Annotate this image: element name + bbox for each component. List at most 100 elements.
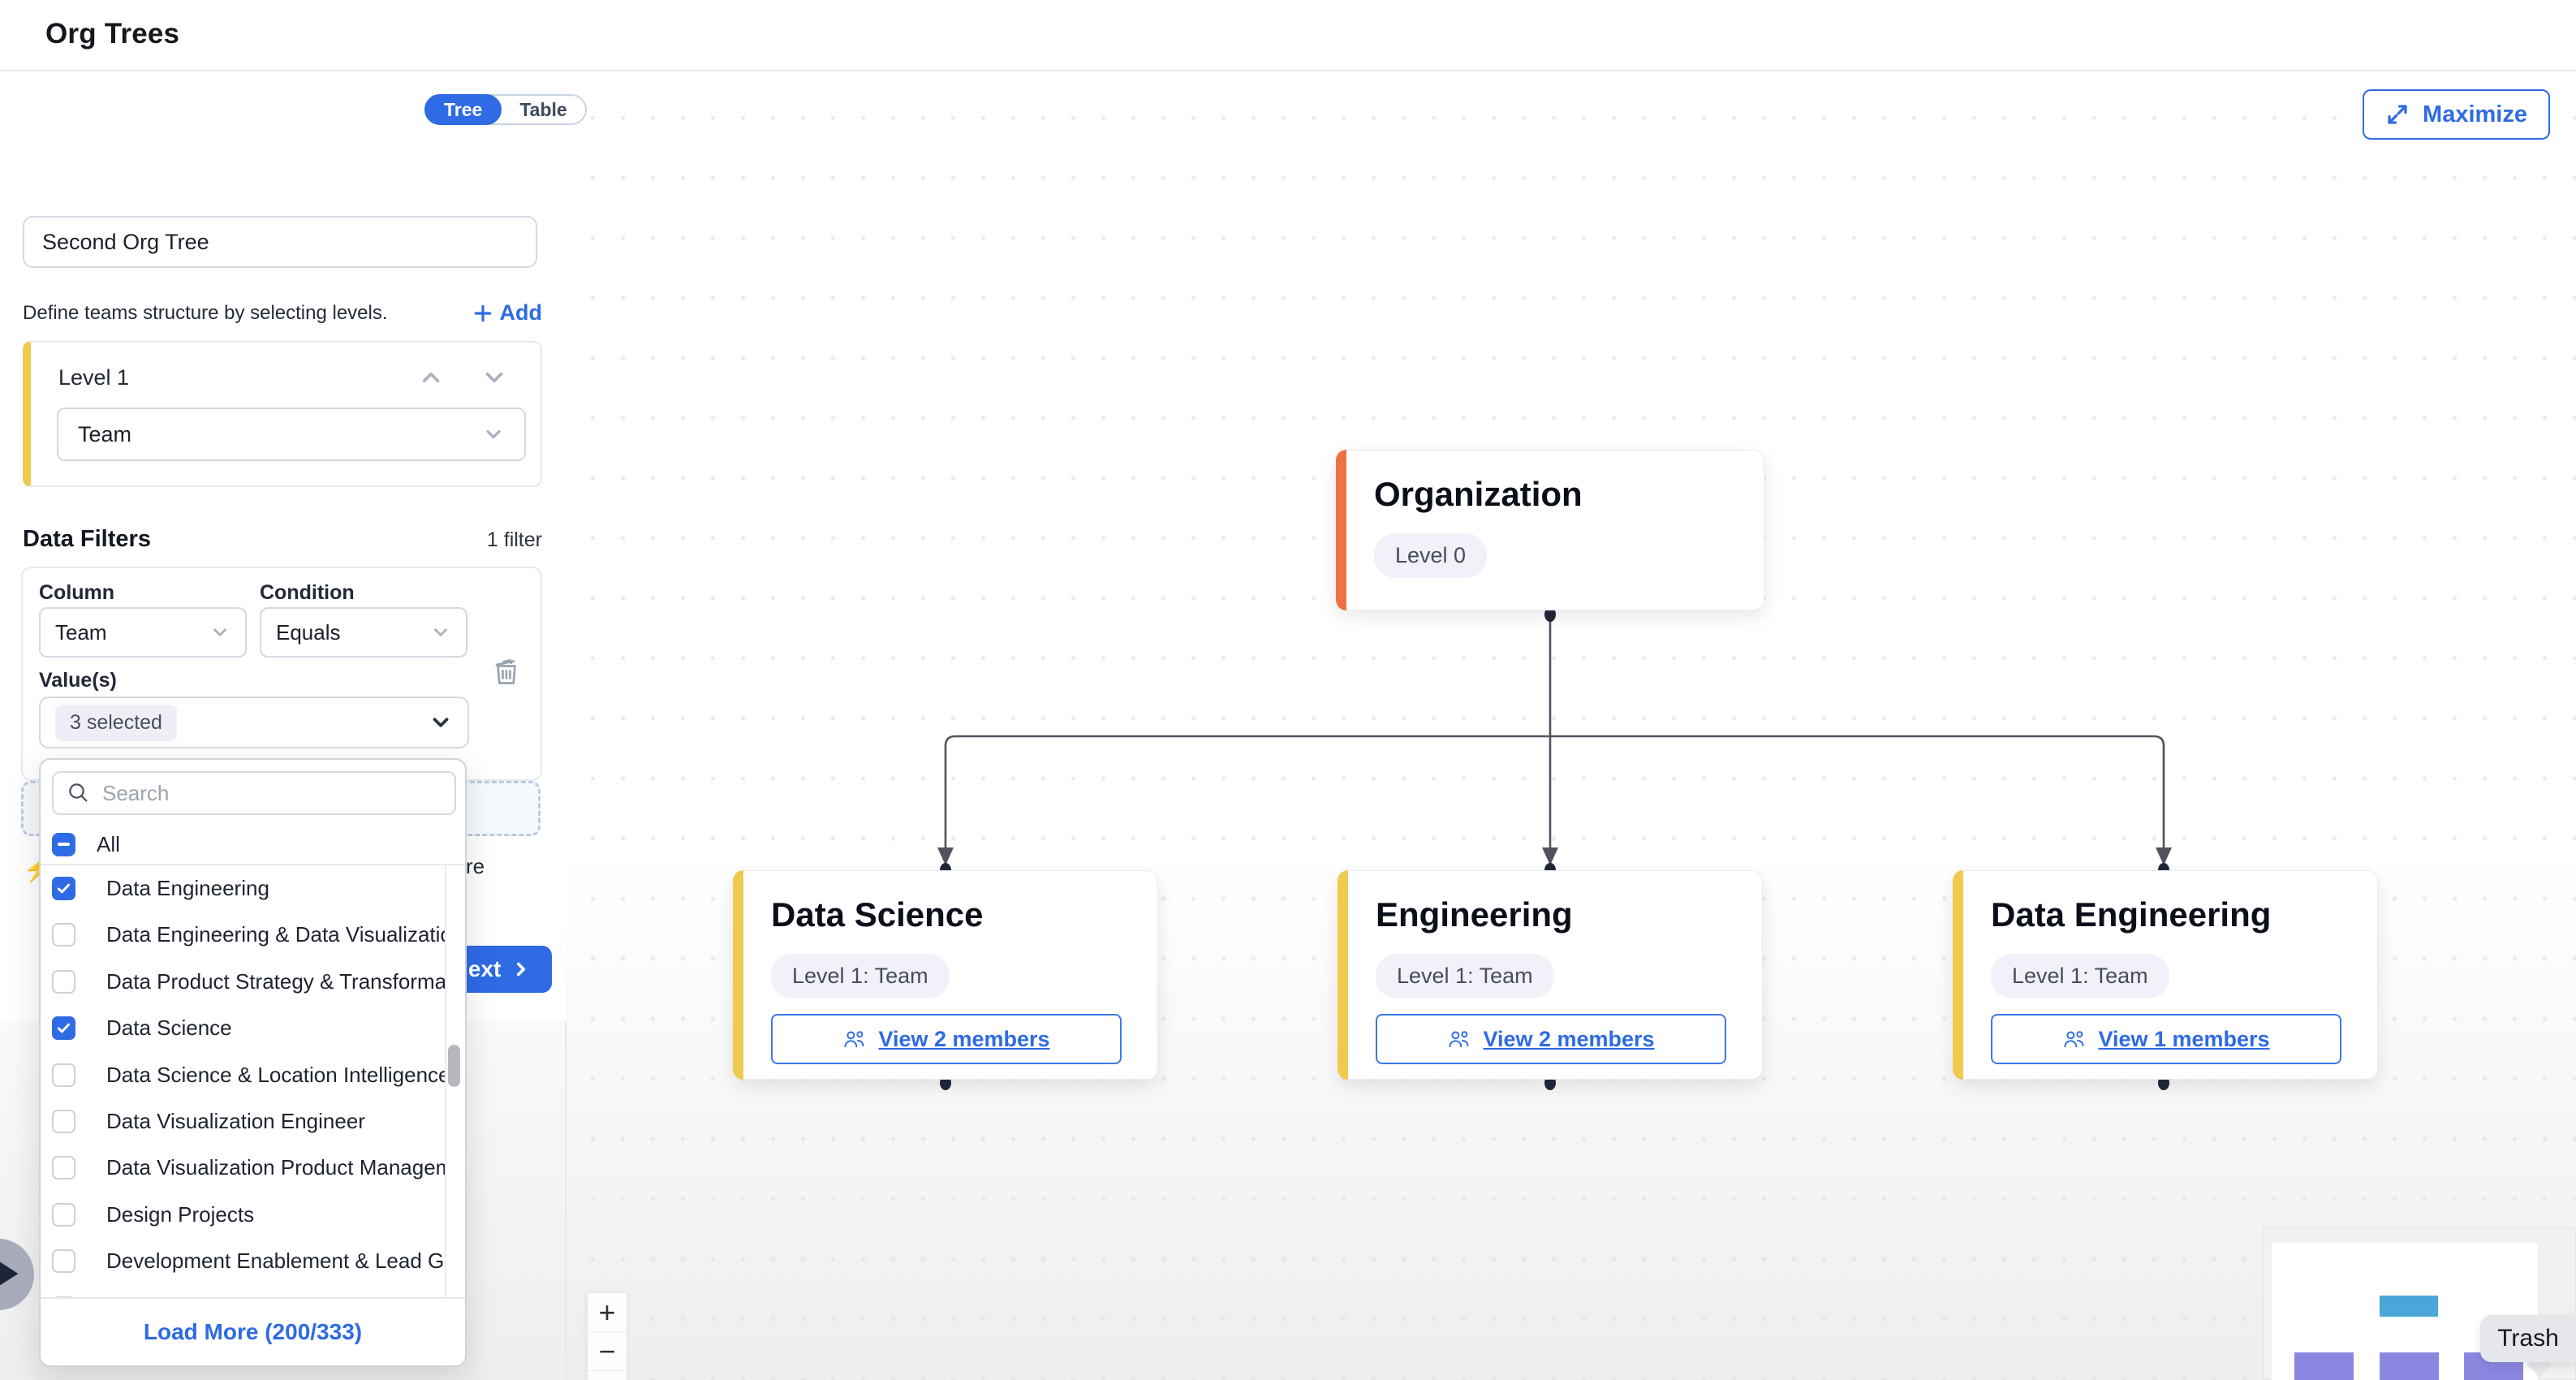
trash-tooltip: Trash bbox=[2480, 1315, 2576, 1362]
option-checkbox[interactable] bbox=[52, 1249, 75, 1273]
toggle-tree[interactable]: Tree bbox=[424, 94, 502, 125]
view-members-button[interactable]: View 1 members bbox=[1991, 1014, 2341, 1064]
dropdown-search-box bbox=[52, 771, 456, 815]
check-icon bbox=[55, 880, 72, 897]
filter-count-badge: 1 filter bbox=[487, 528, 542, 552]
move-level-down-button[interactable] bbox=[480, 364, 508, 391]
option-label: Data Science bbox=[106, 1016, 232, 1041]
node-level-badge: Level 1: Team bbox=[1991, 954, 2169, 998]
values-dropdown-panel: All Data Engineering Data Engineering & … bbox=[39, 758, 467, 1367]
dropdown-option-row[interactable]: Data Visualization Product Managem... bbox=[52, 1145, 445, 1191]
chevron-up-icon bbox=[417, 364, 445, 391]
add-level-button[interactable]: Add bbox=[472, 300, 542, 326]
move-level-up-button[interactable] bbox=[417, 364, 445, 391]
members-icon bbox=[842, 1028, 867, 1050]
minimap-child-node bbox=[2294, 1352, 2354, 1380]
covered-text-fragment: re bbox=[466, 854, 485, 879]
org-node-data-engineering[interactable]: Data Engineering Level 1: Team View 1 me… bbox=[1953, 870, 2378, 1080]
select-all-row[interactable]: All bbox=[52, 826, 120, 862]
option-checkbox[interactable] bbox=[52, 1156, 75, 1179]
level-type-select[interactable]: Team bbox=[57, 408, 526, 461]
trash-icon bbox=[492, 656, 521, 688]
org-chart-canvas[interactable]: Maximize Organization Level 0 Data Scien… bbox=[566, 71, 2576, 1380]
chevron-right-icon bbox=[510, 959, 532, 980]
option-label: Design Projects bbox=[106, 1202, 254, 1227]
dropdown-option-row[interactable]: Data Visualization Engineer bbox=[52, 1098, 365, 1145]
values-label: Value(s) bbox=[39, 669, 117, 692]
org-trees-page: Org Trees Tree Table Define your Organiz… bbox=[0, 0, 2576, 1380]
zoom-controls: + − bbox=[587, 1292, 626, 1380]
node-accent-bar bbox=[1953, 870, 1963, 1080]
zoom-out-button[interactable]: − bbox=[588, 1332, 627, 1371]
condition-select[interactable]: Equals bbox=[260, 607, 467, 658]
zoom-in-button[interactable]: + bbox=[588, 1293, 627, 1332]
dropdown-option-row[interactable]: Data Science & Location Intelligence bbox=[52, 1052, 445, 1098]
select-all-checkbox-indeterminate[interactable] bbox=[52, 833, 75, 856]
fit-view-button[interactable] bbox=[588, 1371, 627, 1380]
option-checkbox[interactable] bbox=[52, 1203, 75, 1227]
expand-icon bbox=[2385, 102, 2410, 127]
org-node-data-science[interactable]: Data Science Level 1: Team View 2 member… bbox=[733, 870, 1158, 1080]
dropdown-option-row[interactable]: Development Enablement & Lead Ge... bbox=[52, 1238, 445, 1284]
plus-icon bbox=[472, 303, 493, 324]
view-members-label: View 2 members bbox=[878, 1027, 1049, 1052]
data-filters-header: Data Filters 1 filter bbox=[23, 526, 542, 553]
tree-table-toggle: Tree Table bbox=[424, 94, 587, 125]
node-accent-bar bbox=[1336, 450, 1346, 610]
option-checkbox[interactable] bbox=[52, 1110, 75, 1133]
load-more-link[interactable]: Load More (200/333) bbox=[144, 1319, 362, 1345]
dropdown-option-row[interactable]: Data Product Strategy & Transformat... bbox=[52, 959, 445, 1005]
node-level-badge: Level 0 bbox=[1374, 533, 1487, 578]
org-node-root[interactable]: Organization Level 0 bbox=[1336, 450, 1764, 610]
node-title: Engineering bbox=[1376, 895, 1573, 934]
maximize-button[interactable]: Maximize bbox=[2363, 89, 2550, 140]
condition-value: Equals bbox=[276, 620, 341, 645]
chevron-down-icon bbox=[482, 423, 505, 446]
dropdown-search-input[interactable] bbox=[101, 780, 409, 807]
option-checkbox[interactable] bbox=[52, 970, 75, 994]
dropdown-option-row[interactable]: Data Engineering & Data Visualization bbox=[52, 912, 445, 958]
delete-filter-button[interactable] bbox=[492, 656, 521, 688]
dropdown-option-row[interactable]: Data Science bbox=[52, 1005, 232, 1051]
option-label: Data Science & Location Intelligence bbox=[106, 1063, 445, 1088]
dropdown-option-row[interactable]: Data Engineering bbox=[52, 865, 269, 912]
data-filters-title: Data Filters bbox=[23, 526, 151, 553]
view-members-label: View 1 members bbox=[2098, 1027, 2269, 1052]
option-label: Data Product Strategy & Transformat... bbox=[106, 969, 445, 994]
condition-label: Condition bbox=[260, 581, 355, 605]
view-members-button[interactable]: View 2 members bbox=[771, 1014, 1122, 1064]
option-label: Data Visualization Engineer bbox=[106, 1109, 365, 1134]
values-multiselect[interactable]: 3 selected bbox=[39, 696, 469, 748]
chevron-down-icon bbox=[429, 710, 453, 735]
minimap-child-node bbox=[2380, 1352, 2439, 1380]
node-level-badge: Level 1: Team bbox=[771, 954, 950, 998]
minimap-root-node bbox=[2380, 1296, 2438, 1317]
option-checkbox[interactable] bbox=[52, 877, 75, 900]
chevron-down-icon bbox=[209, 622, 230, 643]
column-select[interactable]: Team bbox=[39, 607, 247, 658]
option-checkbox[interactable] bbox=[52, 1063, 75, 1087]
org-tree-edges bbox=[566, 71, 2576, 1380]
option-checkbox[interactable] bbox=[52, 923, 75, 947]
option-label: Data Visualization Product Managem... bbox=[106, 1155, 445, 1180]
levels-hint-row: Define teams structure by selecting leve… bbox=[23, 300, 542, 326]
node-title: Data Engineering bbox=[1991, 895, 2271, 934]
view-members-label: View 2 members bbox=[1483, 1027, 1654, 1052]
toggle-table[interactable]: Table bbox=[502, 96, 584, 123]
page-title: Org Trees bbox=[45, 18, 179, 50]
node-level-badge: Level 1: Team bbox=[1376, 954, 1554, 998]
node-title: Organization bbox=[1374, 475, 1583, 514]
dropdown-footer: Load More (200/333) bbox=[41, 1297, 465, 1365]
filter-card: Column Condition Team Equals Value(s) 3 … bbox=[21, 567, 542, 781]
select-all-label: All bbox=[97, 832, 120, 857]
app-header: Org Trees bbox=[0, 0, 2576, 71]
tree-name-input[interactable] bbox=[23, 216, 537, 268]
sidebar-collapse-handle[interactable] bbox=[0, 1239, 34, 1310]
dropdown-option-row[interactable]: Design Projects bbox=[52, 1192, 254, 1238]
column-value: Team bbox=[55, 620, 107, 645]
org-node-engineering[interactable]: Engineering Level 1: Team View 2 members bbox=[1338, 870, 1763, 1080]
view-members-button[interactable]: View 2 members bbox=[1376, 1014, 1726, 1064]
levels-hint: Define teams structure by selecting leve… bbox=[23, 302, 388, 325]
option-checkbox[interactable] bbox=[52, 1016, 75, 1040]
scrollbar-thumb[interactable] bbox=[448, 1045, 460, 1087]
